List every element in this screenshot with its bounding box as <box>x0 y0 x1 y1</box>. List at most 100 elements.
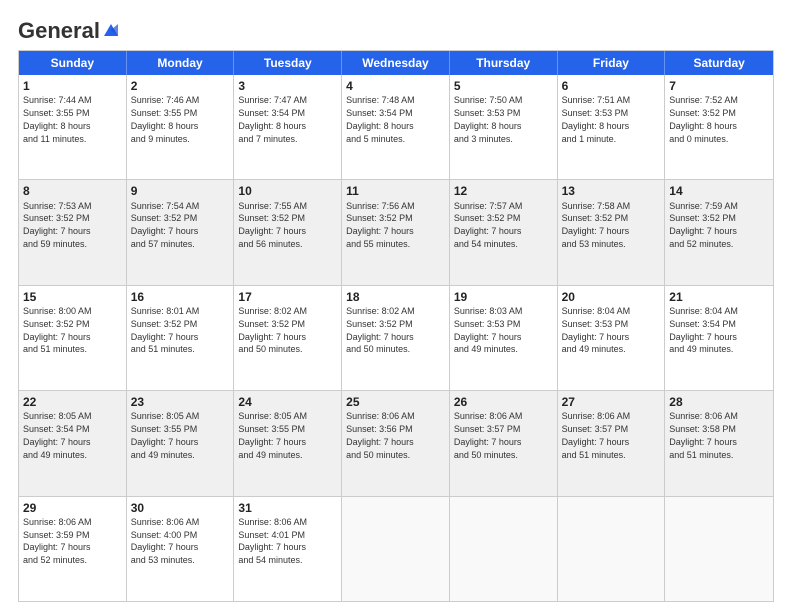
calendar-cell <box>665 497 773 601</box>
calendar-cell: 7Sunrise: 7:52 AM Sunset: 3:52 PM Daylig… <box>665 75 773 179</box>
day-info: Sunrise: 8:00 AM Sunset: 3:52 PM Dayligh… <box>23 306 92 354</box>
day-number: 1 <box>23 78 122 94</box>
day-number: 24 <box>238 394 337 410</box>
day-number: 10 <box>238 183 337 199</box>
day-info: Sunrise: 7:44 AM Sunset: 3:55 PM Dayligh… <box>23 95 92 143</box>
calendar-cell: 23Sunrise: 8:05 AM Sunset: 3:55 PM Dayli… <box>127 391 235 495</box>
calendar-cell: 26Sunrise: 8:06 AM Sunset: 3:57 PM Dayli… <box>450 391 558 495</box>
day-number: 7 <box>669 78 769 94</box>
header-day-monday: Monday <box>127 51 235 75</box>
calendar-cell: 5Sunrise: 7:50 AM Sunset: 3:53 PM Daylig… <box>450 75 558 179</box>
day-number: 3 <box>238 78 337 94</box>
header: General <box>18 18 774 40</box>
day-info: Sunrise: 8:06 AM Sunset: 4:00 PM Dayligh… <box>131 517 200 565</box>
day-number: 6 <box>562 78 661 94</box>
day-number: 31 <box>238 500 337 516</box>
day-number: 26 <box>454 394 553 410</box>
day-number: 25 <box>346 394 445 410</box>
calendar-cell <box>342 497 450 601</box>
day-info: Sunrise: 8:05 AM Sunset: 3:55 PM Dayligh… <box>238 411 307 459</box>
calendar-cell: 30Sunrise: 8:06 AM Sunset: 4:00 PM Dayli… <box>127 497 235 601</box>
day-info: Sunrise: 8:06 AM Sunset: 3:57 PM Dayligh… <box>562 411 631 459</box>
calendar-cell: 20Sunrise: 8:04 AM Sunset: 3:53 PM Dayli… <box>558 286 666 390</box>
day-info: Sunrise: 8:06 AM Sunset: 3:56 PM Dayligh… <box>346 411 415 459</box>
day-info: Sunrise: 7:46 AM Sunset: 3:55 PM Dayligh… <box>131 95 200 143</box>
calendar-cell: 27Sunrise: 8:06 AM Sunset: 3:57 PM Dayli… <box>558 391 666 495</box>
day-number: 11 <box>346 183 445 199</box>
calendar-cell: 6Sunrise: 7:51 AM Sunset: 3:53 PM Daylig… <box>558 75 666 179</box>
day-number: 30 <box>131 500 230 516</box>
day-info: Sunrise: 8:05 AM Sunset: 3:54 PM Dayligh… <box>23 411 92 459</box>
header-day-friday: Friday <box>558 51 666 75</box>
day-info: Sunrise: 7:53 AM Sunset: 3:52 PM Dayligh… <box>23 201 92 249</box>
day-number: 21 <box>669 289 769 305</box>
day-number: 22 <box>23 394 122 410</box>
day-info: Sunrise: 8:01 AM Sunset: 3:52 PM Dayligh… <box>131 306 200 354</box>
calendar-cell: 31Sunrise: 8:06 AM Sunset: 4:01 PM Dayli… <box>234 497 342 601</box>
calendar-cell: 19Sunrise: 8:03 AM Sunset: 3:53 PM Dayli… <box>450 286 558 390</box>
page: General SundayMondayTuesdayWednesdayThur… <box>0 0 792 612</box>
day-number: 12 <box>454 183 553 199</box>
day-info: Sunrise: 8:03 AM Sunset: 3:53 PM Dayligh… <box>454 306 523 354</box>
day-info: Sunrise: 7:50 AM Sunset: 3:53 PM Dayligh… <box>454 95 523 143</box>
day-number: 2 <box>131 78 230 94</box>
calendar-row-3: 22Sunrise: 8:05 AM Sunset: 3:54 PM Dayli… <box>19 391 773 496</box>
header-day-sunday: Sunday <box>19 51 127 75</box>
calendar-cell: 1Sunrise: 7:44 AM Sunset: 3:55 PM Daylig… <box>19 75 127 179</box>
calendar-cell: 28Sunrise: 8:06 AM Sunset: 3:58 PM Dayli… <box>665 391 773 495</box>
calendar-cell: 29Sunrise: 8:06 AM Sunset: 3:59 PM Dayli… <box>19 497 127 601</box>
calendar-cell: 16Sunrise: 8:01 AM Sunset: 3:52 PM Dayli… <box>127 286 235 390</box>
calendar-body: 1Sunrise: 7:44 AM Sunset: 3:55 PM Daylig… <box>19 75 773 601</box>
calendar-cell: 3Sunrise: 7:47 AM Sunset: 3:54 PM Daylig… <box>234 75 342 179</box>
calendar-cell: 13 Sunrise: 7:58 AM Sunset: 3:52 PM Dayli… <box>558 180 666 284</box>
header-day-tuesday: Tuesday <box>234 51 342 75</box>
day-info: Sunrise: 8:02 AM Sunset: 3:52 PM Dayligh… <box>346 306 415 354</box>
header-day-wednesday: Wednesday <box>342 51 450 75</box>
calendar-cell: 11 Sunrise: 7:56 AM Sunset: 3:52 PM Dayli… <box>342 180 450 284</box>
day-info: Sunrise: 8:05 AM Sunset: 3:55 PM Dayligh… <box>131 411 200 459</box>
day-number: 23 <box>131 394 230 410</box>
day-number: 5 <box>454 78 553 94</box>
day-info: Sunrise: 8:06 AM Sunset: 3:59 PM Dayligh… <box>23 517 92 565</box>
day-number: 4 <box>346 78 445 94</box>
day-number: 29 <box>23 500 122 516</box>
day-number: 8 <box>23 183 122 199</box>
day-number: 19 <box>454 289 553 305</box>
day-info: Sunrise: 7:52 AM Sunset: 3:52 PM Dayligh… <box>669 95 738 143</box>
day-number: 20 <box>562 289 661 305</box>
calendar-row-4: 29Sunrise: 8:06 AM Sunset: 3:59 PM Dayli… <box>19 497 773 601</box>
day-number: 14 <box>669 183 769 199</box>
day-info: Sunrise: 7:57 AM Sunset: 3:52 PM Dayligh… <box>454 201 523 249</box>
day-number: 15 <box>23 289 122 305</box>
day-info: Sunrise: 7:51 AM Sunset: 3:53 PM Dayligh… <box>562 95 631 143</box>
day-info: Sunrise: 8:04 AM Sunset: 3:54 PM Dayligh… <box>669 306 738 354</box>
calendar-header: SundayMondayTuesdayWednesdayThursdayFrid… <box>19 51 773 75</box>
day-info: Sunrise: 7:59 AM Sunset: 3:52 PM Dayligh… <box>669 201 738 249</box>
day-number: 28 <box>669 394 769 410</box>
day-number: 16 <box>131 289 230 305</box>
day-info: Sunrise: 8:06 AM Sunset: 3:57 PM Dayligh… <box>454 411 523 459</box>
day-info: Sunrise: 8:02 AM Sunset: 3:52 PM Dayligh… <box>238 306 307 354</box>
day-number: 17 <box>238 289 337 305</box>
calendar-cell: 14 Sunrise: 7:59 AM Sunset: 3:52 PM Dayli… <box>665 180 773 284</box>
day-number: 13 <box>562 183 661 199</box>
day-number: 27 <box>562 394 661 410</box>
day-info: Sunrise: 7:47 AM Sunset: 3:54 PM Dayligh… <box>238 95 307 143</box>
day-info: Sunrise: 7:58 AM Sunset: 3:52 PM Dayligh… <box>562 201 631 249</box>
day-info: Sunrise: 7:55 AM Sunset: 3:52 PM Dayligh… <box>238 201 307 249</box>
calendar-cell: 17Sunrise: 8:02 AM Sunset: 3:52 PM Dayli… <box>234 286 342 390</box>
calendar-cell: 15Sunrise: 8:00 AM Sunset: 3:52 PM Dayli… <box>19 286 127 390</box>
calendar: SundayMondayTuesdayWednesdayThursdayFrid… <box>18 50 774 602</box>
calendar-cell: 9 Sunrise: 7:54 AM Sunset: 3:52 PM Daylig… <box>127 180 235 284</box>
day-info: Sunrise: 7:54 AM Sunset: 3:52 PM Dayligh… <box>131 201 200 249</box>
logo: General <box>18 18 122 40</box>
calendar-cell: 4Sunrise: 7:48 AM Sunset: 3:54 PM Daylig… <box>342 75 450 179</box>
day-number: 18 <box>346 289 445 305</box>
calendar-cell <box>558 497 666 601</box>
calendar-cell: 25Sunrise: 8:06 AM Sunset: 3:56 PM Dayli… <box>342 391 450 495</box>
calendar-cell: 12 Sunrise: 7:57 AM Sunset: 3:52 PM Dayli… <box>450 180 558 284</box>
day-number: 9 <box>131 183 230 199</box>
calendar-cell: 2Sunrise: 7:46 AM Sunset: 3:55 PM Daylig… <box>127 75 235 179</box>
day-info: Sunrise: 7:56 AM Sunset: 3:52 PM Dayligh… <box>346 201 415 249</box>
day-info: Sunrise: 8:04 AM Sunset: 3:53 PM Dayligh… <box>562 306 631 354</box>
